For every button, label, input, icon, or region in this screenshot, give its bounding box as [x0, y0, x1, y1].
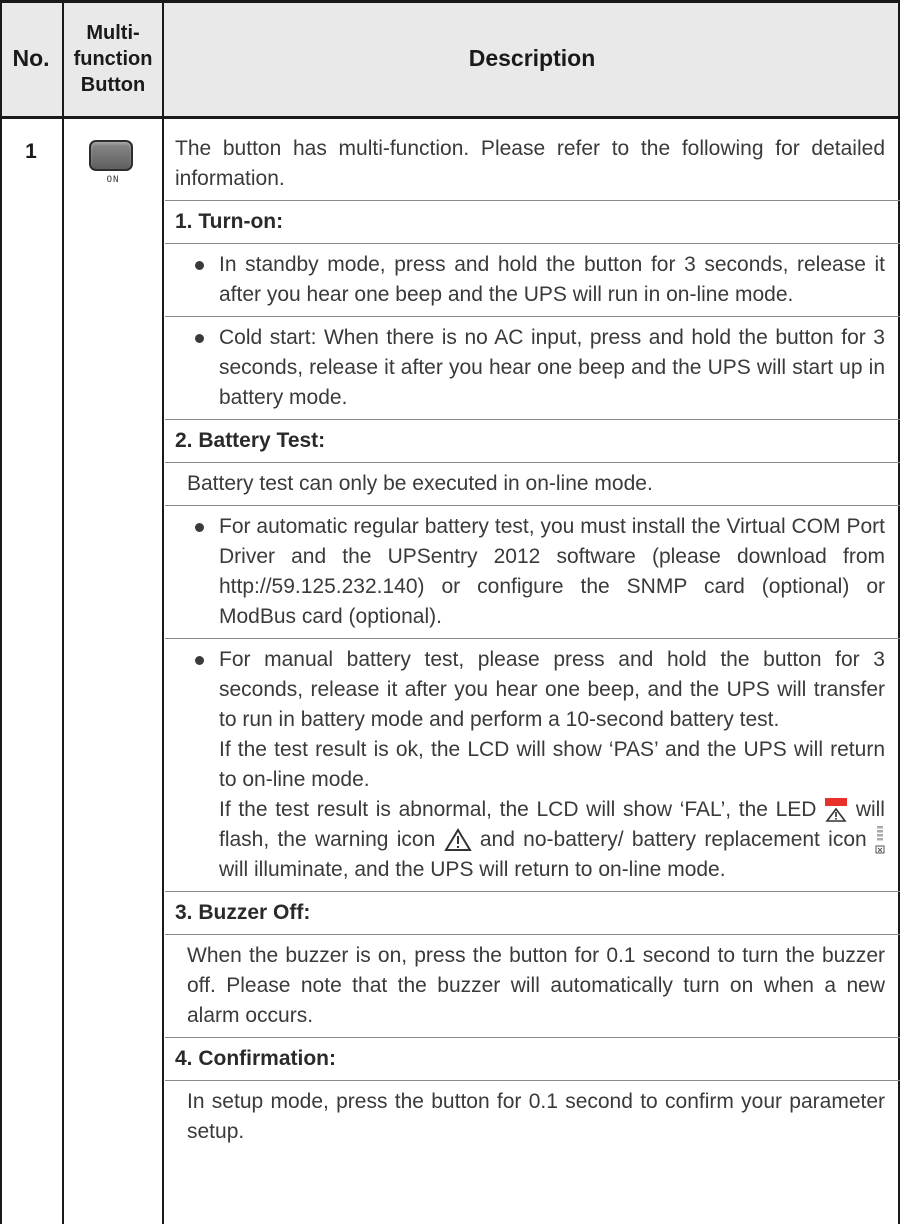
- header-button-line2: function: [73, 47, 153, 70]
- header-bottom-border: [0, 116, 900, 119]
- bullet-icon: [195, 523, 204, 532]
- header-no: No.: [12, 45, 50, 71]
- list-item: For manual battery test, please press an…: [175, 645, 885, 735]
- battery-replacement-icon: [875, 826, 885, 854]
- description-cell: The button has multi-function. Please re…: [165, 134, 900, 1153]
- result-ok-text: If the test result is ok, the LCD will s…: [219, 738, 885, 791]
- table-header: No. Multi- function Button Description: [0, 0, 900, 117]
- header-description: Description: [468, 45, 596, 71]
- button-label: ON: [106, 175, 120, 185]
- result-abnormal-text: If the test result is abnormal, the LCD …: [175, 795, 885, 885]
- column-divider-2: [162, 0, 164, 1224]
- battery-test-intro: Battery test can only be executed in on-…: [187, 472, 653, 495]
- list-item-text: Cold start: When there is no AC input, p…: [219, 326, 885, 409]
- multifunction-button-icon: [89, 140, 133, 171]
- header-button: Multi- function Button: [64, 0, 162, 117]
- result-abnormal-part1: If the test result is abnormal, the LCD …: [219, 798, 817, 821]
- list-item: Cold start: When there is no AC input, p…: [175, 323, 885, 413]
- list-item: For automatic regular battery test, you …: [175, 512, 885, 632]
- led-warning-icon: [824, 797, 848, 823]
- result-abnormal-part3: and no-battery/ battery replacement icon: [479, 828, 867, 851]
- table-left-border: [0, 0, 2, 1224]
- intro-text: The button has multi-function. Please re…: [175, 137, 885, 190]
- warning-triangle-icon: [443, 828, 472, 852]
- table-top-border: [0, 0, 900, 3]
- bullet-icon: [195, 261, 204, 270]
- row-number: 1: [25, 140, 37, 163]
- list-item-text: In standby mode, press and hold the butt…: [219, 253, 885, 306]
- header-button-line1: Multi-: [86, 21, 140, 44]
- confirmation-heading: 4. Confirmation:: [175, 1047, 336, 1070]
- list-item-text: For manual battery test, please press an…: [219, 648, 885, 731]
- list-item-text: For automatic regular battery test, you …: [219, 515, 885, 628]
- function-table: No. Multi- function Button Description 1…: [0, 0, 900, 1224]
- list-item: In standby mode, press and hold the butt…: [175, 250, 885, 310]
- bullet-icon: [195, 334, 204, 343]
- turn-on-heading: 1. Turn-on:: [175, 210, 284, 233]
- bullet-icon: [195, 656, 204, 665]
- confirmation-text: In setup mode, press the button for 0.1 …: [187, 1090, 885, 1143]
- buzzer-off-text: When the buzzer is on, press the button …: [187, 944, 885, 1027]
- result-abnormal-part4: will illuminate, and the UPS will return…: [219, 858, 726, 881]
- header-button-line3: Button: [80, 73, 146, 96]
- buzzer-off-heading: 3. Buzzer Off:: [175, 901, 311, 924]
- battery-test-heading: 2. Battery Test:: [175, 429, 326, 452]
